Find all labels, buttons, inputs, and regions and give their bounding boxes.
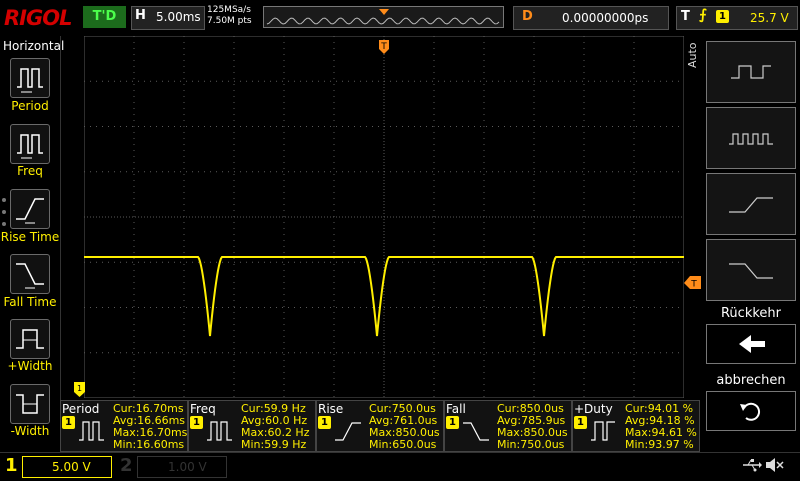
ch2-scale-value: 1.00 V — [168, 460, 207, 474]
negative-width-icon — [16, 394, 44, 414]
ch2-number[interactable]: 2 — [120, 455, 133, 476]
softkey-falling-edge[interactable] — [706, 239, 796, 301]
square-wave-slow-icon — [731, 65, 771, 79]
rise-time-icon — [16, 198, 44, 224]
undo-icon — [740, 402, 761, 421]
svg-text:T: T — [380, 42, 387, 52]
measure-fall-time-button[interactable] — [10, 254, 50, 294]
positive-width-icon — [16, 329, 44, 349]
softkey-slow-square[interactable] — [706, 41, 796, 103]
measure-period-label: Period — [11, 99, 49, 113]
memory-overview-bar[interactable] — [263, 6, 504, 28]
svg-text:1: 1 — [77, 384, 82, 393]
measure-fall-time-label: Fall Time — [3, 295, 57, 309]
auto-mode-label: Auto — [686, 42, 699, 68]
ch1-number[interactable]: 1 — [5, 455, 18, 476]
measure-result-values: Cur:59.9 Hz Avg:60.0 Hz Max:60.2 Hz Min:59… — [241, 402, 310, 451]
ch1-ground-marker[interactable]: 1 — [74, 382, 86, 398]
measure-result-channel: 1 — [190, 416, 203, 429]
speaker-muted-icon[interactable] — [765, 457, 785, 473]
measure-result-values: Cur:750.0us Avg:761.0us Max:850.0us Min:65… — [369, 402, 440, 451]
fall-time-icon — [16, 263, 44, 289]
softkey-fast-square[interactable] — [706, 107, 796, 169]
duty-cycle-icon — [591, 421, 615, 441]
measure-result-channel: 1 — [574, 416, 587, 429]
trigger-letter: T — [681, 9, 690, 24]
falling-edge-wave-icon — [729, 263, 773, 279]
sample-rate: 125MSa/s — [207, 5, 251, 15]
measure-result-title: Period — [62, 402, 100, 416]
memory-depth: 7.50M pts — [207, 16, 252, 26]
ch1-scale-value: 5.00 V — [52, 460, 91, 474]
run-status-badge[interactable]: T'D — [83, 6, 126, 28]
page-indicator-dot — [2, 222, 6, 226]
measure-result-title: Freq — [190, 402, 216, 416]
back-button-label: Rückkehr — [720, 306, 781, 321]
rise-time-icon — [335, 422, 361, 441]
rising-edge-wave-icon — [729, 197, 773, 213]
frequency-icon — [17, 134, 43, 159]
trigger-level-value: 25.7 V — [750, 11, 789, 25]
timebase-value: 5.00ms — [156, 10, 201, 24]
waveform-display[interactable]: T — [84, 36, 684, 398]
measure-result-title: +Duty — [574, 402, 613, 416]
back-button[interactable] — [706, 324, 796, 364]
measure-result-title: Fall — [446, 402, 466, 416]
measure-result-values: Cur:850.0us Avg:785.9us Max:850.0us Min:75… — [497, 402, 568, 451]
measure-rise-time-label: Rise Time — [0, 230, 60, 244]
fall-time-icon — [463, 422, 489, 441]
timebase-letter: H — [135, 8, 146, 23]
measure-frequency-button[interactable] — [10, 124, 50, 164]
measure-positive-width-label: +Width — [7, 359, 53, 373]
cancel-button-label: abbrechen — [716, 373, 786, 388]
measure-period-button[interactable] — [10, 58, 50, 98]
measure-result-channel: 1 — [318, 416, 331, 429]
page-indicator-dot — [2, 198, 6, 202]
cancel-button[interactable] — [706, 391, 796, 431]
brand-logo: RIGOL — [4, 6, 72, 30]
measure-result-values: Cur:94.01 % Avg:94.18 % Max:94.61 % Min:93… — [625, 402, 697, 451]
period-icon — [17, 68, 43, 93]
acquisition-info: 125MSa/s 7.50M pts — [207, 5, 252, 27]
trigger-channel-badge: 1 — [716, 10, 729, 23]
measure-result-title: Rise — [318, 402, 344, 416]
usb-icon — [743, 459, 762, 472]
measure-frequency-label: Freq — [17, 164, 43, 178]
rising-edge-icon: ⨍ — [699, 7, 707, 23]
measure-result-values: Cur:16.70ms Avg:16.66ms Max:16.70ms Min:16… — [113, 402, 188, 451]
measure-negative-width-label: -Width — [10, 424, 50, 438]
measure-menu-title: Horizontal — [3, 39, 65, 53]
back-arrow-icon — [739, 335, 765, 353]
frequency-icon — [207, 421, 232, 441]
measure-rise-time-button[interactable] — [10, 189, 50, 229]
measure-positive-width-button[interactable] — [10, 319, 50, 359]
softkey-rising-edge[interactable] — [706, 173, 796, 235]
period-icon — [79, 421, 104, 441]
measure-result-channel: 1 — [62, 416, 75, 429]
delay-letter: D — [522, 9, 533, 24]
measure-negative-width-button[interactable] — [10, 384, 50, 424]
square-wave-fast-icon — [729, 133, 773, 145]
measure-result-channel: 1 — [446, 416, 459, 429]
delay-value: 0.00000000ps — [562, 11, 649, 25]
page-indicator-dot — [2, 210, 6, 214]
